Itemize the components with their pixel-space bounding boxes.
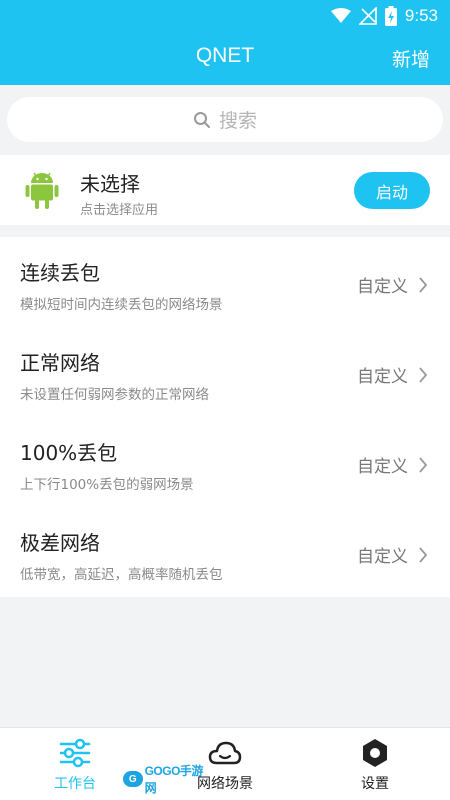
- scene-custom-link[interactable]: 自定义: [357, 362, 428, 387]
- scene-custom-link[interactable]: 自定义: [357, 452, 428, 477]
- app-title: 未选择: [80, 172, 140, 196]
- add-button[interactable]: 新增: [392, 45, 430, 72]
- scene-item-normal[interactable]: 正常网络 未设置任何弱网参数的正常网络 自定义: [0, 327, 450, 417]
- scene-desc: 未设置任何弱网参数的正常网络: [20, 387, 209, 403]
- search-icon: [193, 111, 210, 128]
- scene-custom-label: 自定义: [357, 457, 408, 477]
- scene-desc: 模拟短时间内连续丢包的网络场景: [20, 297, 223, 313]
- bottom-tab-bar: 工作台 网络场景 设置: [0, 727, 450, 800]
- scene-list: 连续丢包 模拟短时间内连续丢包的网络场景 自定义 正常网络 未设置任何弱网参数的…: [0, 237, 450, 597]
- tab-workbench[interactable]: 工作台: [15, 728, 135, 800]
- scene-custom-label: 自定义: [357, 277, 408, 297]
- scene-custom-label: 自定义: [357, 367, 408, 387]
- cloud-icon: [208, 741, 242, 765]
- app-bar: QNET 新增: [0, 32, 450, 85]
- start-button[interactable]: 启动: [354, 172, 430, 209]
- scene-custom-link[interactable]: 自定义: [357, 272, 428, 297]
- search-input[interactable]: 搜索: [7, 97, 443, 142]
- scene-item-continuous-loss[interactable]: 连续丢包 模拟短时间内连续丢包的网络场景 自定义: [0, 237, 450, 327]
- chevron-right-icon: [419, 366, 428, 383]
- watermark-icon: G: [123, 771, 143, 787]
- watermark-text: GOGO手游网: [144, 764, 204, 795]
- app-subtitle: 点击选择应用: [80, 203, 159, 218]
- tab-label: 工作台: [54, 776, 96, 792]
- page-title: QNET: [195, 44, 255, 67]
- search-placeholder: 搜索: [218, 110, 257, 132]
- battery-charging-icon: [384, 6, 397, 26]
- scene-custom-label: 自定义: [357, 547, 408, 567]
- hexagon-gear-icon: [363, 739, 387, 767]
- tab-settings[interactable]: 设置: [315, 728, 435, 800]
- android-icon: [25, 172, 59, 209]
- scene-desc: 上下行100%丢包的弱网场景: [20, 477, 194, 493]
- scene-title: 100%丢包: [20, 441, 118, 465]
- scene-item-full-loss[interactable]: 100%丢包 上下行100%丢包的弱网场景 自定义: [0, 417, 450, 507]
- sliders-icon: [59, 738, 91, 768]
- scene-item-poor-network[interactable]: 极差网络 低带宽，高延迟，高概率随机丢包 自定义: [0, 507, 450, 597]
- chevron-right-icon: [419, 276, 428, 293]
- wifi-icon: [330, 8, 351, 23]
- chevron-right-icon: [419, 456, 428, 473]
- watermark-logo: G GOGO手游网: [123, 764, 213, 795]
- chevron-right-icon: [419, 546, 428, 563]
- scene-desc: 低带宽，高延迟，高概率随机丢包: [20, 567, 223, 583]
- status-icons: 9:53: [330, 4, 438, 28]
- tab-label: 设置: [361, 776, 389, 792]
- status-time: 9:53: [404, 6, 438, 25]
- scene-title: 正常网络: [20, 351, 100, 375]
- status-bar: 9:53: [0, 0, 450, 32]
- scene-custom-link[interactable]: 自定义: [357, 542, 428, 567]
- scene-title: 极差网络: [20, 531, 100, 555]
- scene-title: 连续丢包: [20, 261, 100, 285]
- no-signal-icon: [358, 7, 377, 25]
